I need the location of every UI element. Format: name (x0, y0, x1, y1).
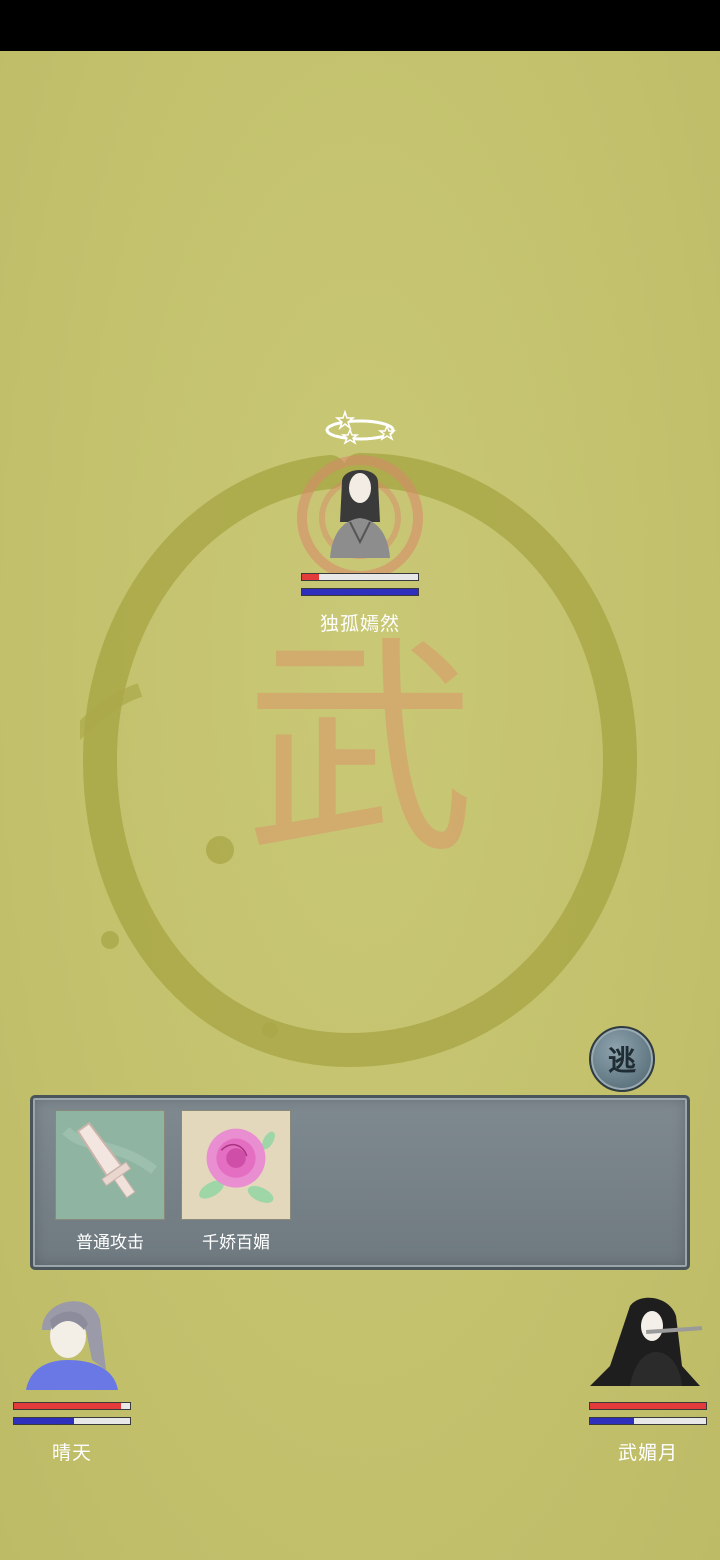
enemy-portrait (330, 470, 390, 558)
skill-panel: 普通攻击 千娇百媚 (30, 1095, 690, 1270)
sword-icon (55, 1110, 165, 1220)
emblem-character: 武 (245, 618, 475, 885)
wumeiyue-name: 武媚月 (617, 1442, 678, 1464)
skill-label: 普通攻击 (76, 1233, 144, 1253)
enemy-hp-fill (302, 574, 320, 580)
enemy-hp-bar (301, 573, 419, 581)
dizzy-stars-icon (325, 409, 397, 445)
wumeiyue-mp-bar (589, 1417, 707, 1425)
skill-charm[interactable]: 千娇百媚 (181, 1110, 291, 1253)
rose-icon (181, 1110, 291, 1220)
qingtian-name: 晴天 (51, 1442, 92, 1464)
skill-normal-attack[interactable]: 普通攻击 (55, 1110, 165, 1253)
enemy-name: 独孤嫣然 (319, 613, 400, 635)
wumeiyue-mp-fill (590, 1418, 635, 1424)
qingtian-hp-fill (14, 1403, 121, 1409)
skill-label: 千娇百媚 (202, 1233, 270, 1253)
enemy-mp-fill (302, 589, 418, 595)
status-bar (0, 0, 720, 51)
wumeiyue-hp-bar (589, 1402, 707, 1410)
qingtian-mp-bar (13, 1417, 131, 1425)
wumeiyue-hp-fill (590, 1403, 706, 1409)
qingtian-hp-bar (13, 1402, 131, 1410)
qingtian-mp-fill (14, 1418, 75, 1424)
enemy-mp-bar (301, 588, 419, 596)
wumeiyue-portrait (590, 1297, 703, 1386)
flee-button[interactable]: 逃 (589, 1026, 655, 1092)
qingtian-portrait (26, 1301, 118, 1390)
